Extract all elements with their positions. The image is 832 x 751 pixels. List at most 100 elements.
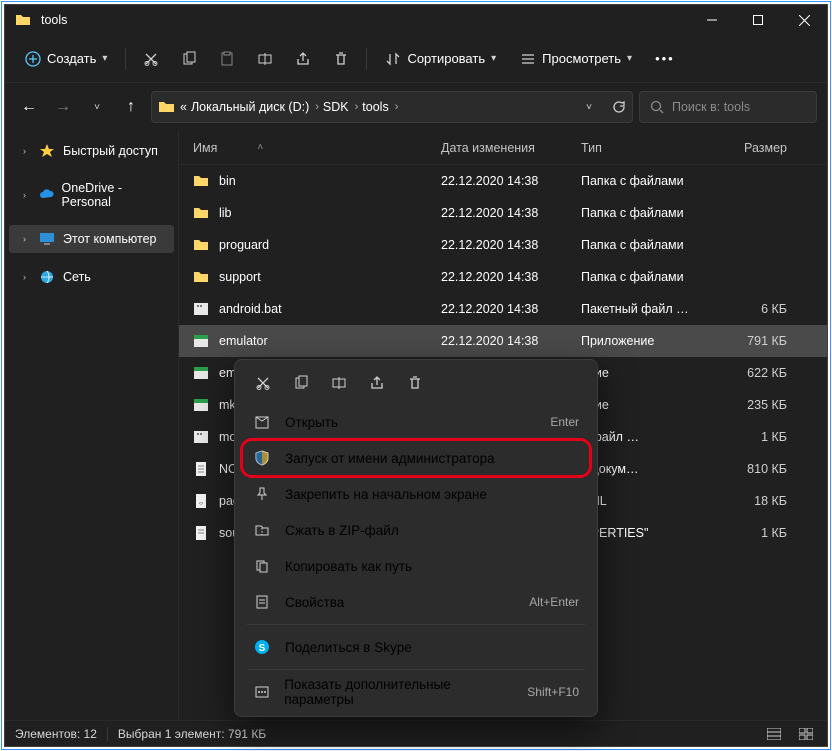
path-icon xyxy=(253,557,271,575)
file-size: 1 КБ xyxy=(717,430,787,444)
file-name: android.bat xyxy=(219,302,282,316)
crumb-drive[interactable]: Локальный диск (D:)› xyxy=(191,100,319,114)
pc-icon xyxy=(39,231,55,247)
file-size: 18 КБ xyxy=(717,494,787,508)
share-button[interactable] xyxy=(286,45,320,73)
file-date: 22.12.2020 14:38 xyxy=(441,334,581,348)
ctx-show-more[interactable]: Показать дополнительные параметры Shift+… xyxy=(241,674,591,710)
file-size: 622 КБ xyxy=(717,366,787,380)
titlebar: tools xyxy=(5,5,827,35)
refresh-button[interactable] xyxy=(612,100,626,114)
file-row[interactable]: proguard22.12.2020 14:38Папка с файлами xyxy=(179,229,827,261)
sort-icon xyxy=(385,51,401,67)
new-button[interactable]: Создать ▾ xyxy=(15,45,117,73)
file-type: Приложение xyxy=(581,334,717,348)
file-row[interactable]: bin22.12.2020 14:38Папка с файлами xyxy=(179,165,827,197)
sidebar-item-onedrive[interactable]: › OneDrive - Personal xyxy=(5,175,178,215)
back-button[interactable]: ← xyxy=(15,93,43,121)
file-icon xyxy=(193,397,209,413)
file-icon: ‹› xyxy=(193,493,209,509)
sort-button[interactable]: Сортировать ▾ xyxy=(375,45,506,73)
plus-circle-icon xyxy=(25,51,41,67)
list-icon xyxy=(520,51,536,67)
ctx-share-skype[interactable]: S Поделиться в Skype xyxy=(241,629,591,665)
ctx-compress-zip[interactable]: Сжать в ZIP-файл xyxy=(241,512,591,548)
shield-icon xyxy=(253,449,271,467)
navbar: ← → ˅ ↑ « Локальный диск (D:)› SDK› tool… xyxy=(5,83,827,131)
file-name: bin xyxy=(219,174,236,188)
file-icon xyxy=(193,205,209,221)
ctx-pin-to-start[interactable]: Закрепить на начальном экране xyxy=(241,476,591,512)
status-bar: Элементов: 12 Выбран 1 элемент: 791 КБ xyxy=(5,720,827,746)
file-date: 22.12.2020 14:38 xyxy=(441,206,581,220)
file-icon xyxy=(193,301,209,317)
skype-icon: S xyxy=(253,638,271,656)
file-row[interactable]: android.bat22.12.2020 14:38Пакетный файл… xyxy=(179,293,827,325)
ctx-run-as-admin[interactable]: Запуск от имени администратора xyxy=(241,440,591,476)
ctx-share-button[interactable] xyxy=(359,368,395,398)
ctx-properties[interactable]: Свойства Alt+Enter xyxy=(241,584,591,620)
file-size: 810 КБ xyxy=(717,462,787,476)
file-type: й докум… xyxy=(581,462,717,476)
file-row[interactable]: emulator22.12.2020 14:38Приложение791 КБ xyxy=(179,325,827,357)
file-row[interactable]: lib22.12.2020 14:38Папка с файлами xyxy=(179,197,827,229)
rename-icon xyxy=(257,51,273,67)
cloud-icon xyxy=(39,187,54,203)
copy-button[interactable] xyxy=(172,45,206,73)
view-button[interactable]: Просмотреть ▾ xyxy=(510,45,642,73)
column-headers[interactable]: Имя˄ Дата изменения Тип Размер xyxy=(179,131,827,165)
open-icon xyxy=(253,413,271,431)
crumb-tools[interactable]: tools› xyxy=(362,100,398,114)
file-name: emulator xyxy=(219,334,268,348)
delete-button[interactable] xyxy=(324,45,358,73)
file-name: proguard xyxy=(219,238,269,252)
ctx-open[interactable]: Открыть Enter xyxy=(241,404,591,440)
close-button[interactable] xyxy=(781,5,827,35)
rename-button[interactable] xyxy=(248,45,282,73)
sidebar-item-quick-access[interactable]: › Быстрый доступ xyxy=(5,137,178,165)
file-type: OPERTIES" xyxy=(581,526,717,540)
file-type: Пакетный файл … xyxy=(581,302,717,316)
ctx-copy-button[interactable] xyxy=(283,368,319,398)
up-button[interactable]: ↑ xyxy=(117,93,145,121)
file-icon xyxy=(193,365,209,381)
file-name: support xyxy=(219,270,261,284)
forward-button[interactable]: → xyxy=(49,93,77,121)
maximize-button[interactable] xyxy=(735,5,781,35)
file-icon xyxy=(193,429,209,445)
search-box[interactable]: Поиск в: tools xyxy=(639,91,817,123)
paste-button[interactable] xyxy=(210,45,244,73)
file-icon xyxy=(193,525,209,541)
file-date: 22.12.2020 14:38 xyxy=(441,270,581,284)
sidebar-item-this-pc[interactable]: › Этот компьютер xyxy=(9,225,174,253)
star-icon xyxy=(39,143,55,159)
file-type: Папка с файлами xyxy=(581,270,717,284)
more-button[interactable]: ••• xyxy=(646,45,684,72)
file-row[interactable]: support 22.12.2020 14:38Папка с файлами xyxy=(179,261,827,293)
copy-icon xyxy=(293,375,309,391)
cut-button[interactable] xyxy=(134,45,168,73)
breadcrumb[interactable]: « Локальный диск (D:)› SDK› tools› ˅ xyxy=(151,91,633,123)
icons-view-button[interactable] xyxy=(795,725,817,743)
ctx-cut-button[interactable] xyxy=(245,368,281,398)
chevron-down-icon[interactable]: ˅ xyxy=(586,102,592,113)
sidebar: › Быстрый доступ › OneDrive - Personal ›… xyxy=(5,131,179,720)
minimize-button[interactable] xyxy=(689,5,735,35)
chevron-down-icon: ▾ xyxy=(627,53,632,64)
ctx-rename-button[interactable] xyxy=(321,368,357,398)
file-size: 6 КБ xyxy=(717,302,787,316)
sidebar-item-network[interactable]: › Сеть xyxy=(5,263,178,291)
recent-chevron[interactable]: ˅ xyxy=(83,93,111,121)
rename-icon xyxy=(331,375,347,391)
ctx-delete-button[interactable] xyxy=(397,368,433,398)
details-view-button[interactable] xyxy=(763,725,785,743)
svg-text:S: S xyxy=(259,643,266,654)
crumb-sdk[interactable]: SDK› xyxy=(323,100,358,114)
selection-info: Выбран 1 элемент: 791 КБ xyxy=(118,727,266,741)
folder-icon xyxy=(15,12,31,28)
ctx-copy-as-path[interactable]: Копировать как путь xyxy=(241,548,591,584)
file-icon xyxy=(193,461,209,477)
file-name: lib xyxy=(219,206,232,220)
file-type: Папка с файлами xyxy=(581,174,717,188)
search-icon xyxy=(650,100,664,114)
